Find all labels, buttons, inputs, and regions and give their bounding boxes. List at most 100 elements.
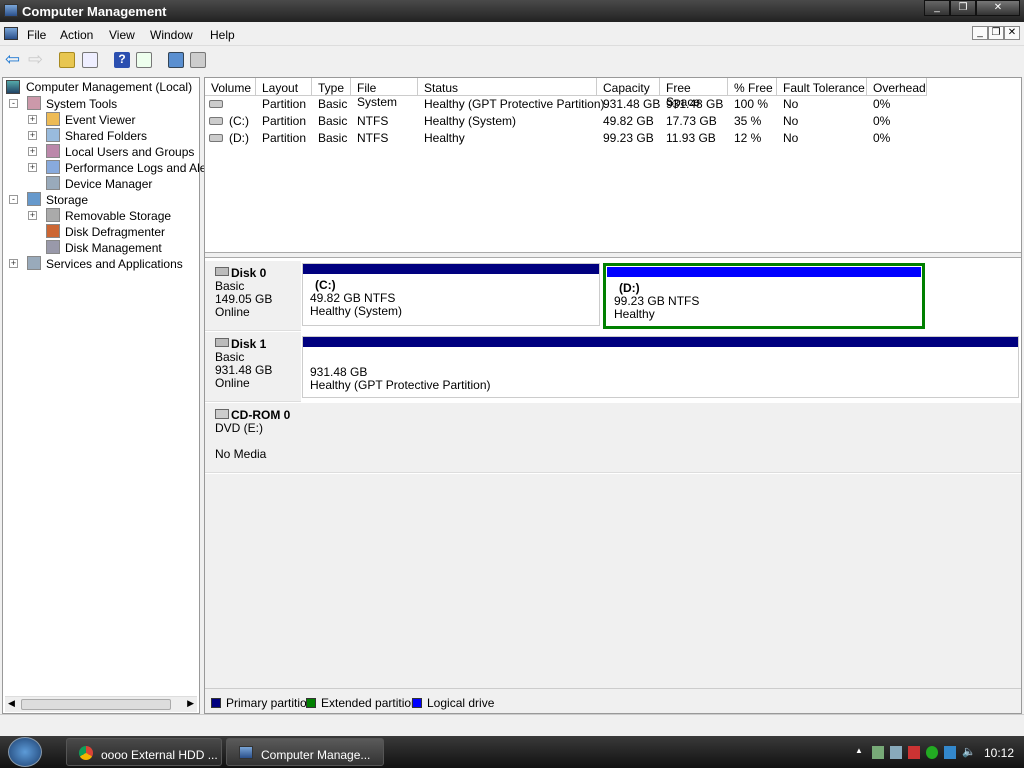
table-cell[interactable]: Basic: [318, 131, 347, 145]
cdrom-0-label[interactable]: CD-ROM 0 DVD (E:) No Media: [205, 403, 301, 473]
column-header[interactable]: Capacity: [597, 78, 660, 96]
table-cell[interactable]: 35 %: [734, 114, 761, 128]
column-header[interactable]: Overhead: [867, 78, 927, 96]
table-cell[interactable]: (C:): [229, 114, 249, 128]
properties-icon[interactable]: [190, 52, 206, 68]
menu-action[interactable]: Action: [60, 28, 93, 42]
show-hide-action-pane-icon[interactable]: [136, 52, 152, 68]
tree-item[interactable]: Local Users and Groups: [65, 145, 194, 159]
show-hidden-icons-button[interactable]: ▲: [855, 746, 863, 755]
column-header[interactable]: Status: [418, 78, 597, 96]
tree-horizontal-scrollbar[interactable]: ◀ ▶: [5, 696, 197, 712]
expand-toggle[interactable]: +: [28, 131, 37, 140]
tree-item[interactable]: Performance Logs and Ale: [65, 161, 206, 175]
close-button[interactable]: ✕: [976, 0, 1020, 16]
volume-icon[interactable]: 🔈: [962, 745, 976, 758]
tree-item[interactable]: Storage: [46, 193, 88, 207]
table-cell[interactable]: Basic: [318, 114, 347, 128]
tree-item[interactable]: Services and Applications: [46, 257, 183, 271]
mdi-close-button[interactable]: ✕: [1004, 26, 1020, 40]
expand-toggle[interactable]: +: [9, 259, 18, 268]
refresh-icon[interactable]: [168, 52, 184, 68]
tree-item[interactable]: Event Viewer: [65, 113, 135, 127]
column-header[interactable]: Volume: [205, 78, 256, 96]
system-menu-icon[interactable]: [4, 27, 18, 40]
expand-toggle[interactable]: +: [28, 147, 37, 156]
scrollbar-thumb[interactable]: [21, 699, 171, 710]
tree-item[interactable]: Shared Folders: [65, 129, 147, 143]
table-cell[interactable]: NTFS: [357, 114, 388, 128]
mdi-restore-button[interactable]: ❐: [988, 26, 1004, 40]
partition-d[interactable]: (D:) 99.23 GB NTFS Healthy: [603, 263, 925, 329]
menu-window[interactable]: Window: [150, 28, 193, 42]
tree-item[interactable]: System Tools: [46, 97, 117, 111]
help-icon[interactable]: ?: [114, 52, 130, 68]
menu-view[interactable]: View: [109, 28, 135, 42]
pane-splitter[interactable]: [205, 252, 1021, 258]
network-icon[interactable]: [890, 746, 902, 759]
table-cell[interactable]: 0%: [873, 114, 890, 128]
maximize-button[interactable]: ❐: [950, 0, 976, 16]
table-cell[interactable]: Partition: [262, 114, 306, 128]
bluetooth-tray-icon[interactable]: [944, 746, 956, 759]
menu-help[interactable]: Help: [210, 28, 235, 42]
tree-item[interactable]: Device Manager: [65, 177, 152, 191]
scroll-left-arrow[interactable]: ◀: [8, 698, 15, 709]
table-cell[interactable]: 17.73 GB: [666, 114, 717, 128]
mdi-minimize-button[interactable]: _: [972, 26, 988, 40]
partition-c[interactable]: (C:) 49.82 GB NTFS Healthy (System): [302, 263, 600, 326]
tree-root[interactable]: Computer Management (Local): [26, 80, 192, 94]
table-cell[interactable]: Partition: [262, 131, 306, 145]
scroll-right-arrow[interactable]: ▶: [187, 698, 194, 709]
table-cell[interactable]: (D:): [229, 131, 249, 145]
table-cell[interactable]: Basic: [318, 97, 347, 111]
table-cell[interactable]: No: [783, 97, 798, 111]
start-button[interactable]: [8, 737, 42, 767]
tree-item[interactable]: Disk Management: [65, 241, 162, 255]
table-cell[interactable]: 0%: [873, 97, 890, 111]
column-header[interactable]: Type: [312, 78, 351, 96]
table-cell[interactable]: Healthy: [424, 131, 465, 145]
table-cell[interactable]: Healthy (System): [424, 114, 516, 128]
back-icon[interactable]: ⇦: [5, 50, 21, 68]
expand-toggle[interactable]: +: [28, 211, 37, 220]
network-disconnected-icon[interactable]: [908, 746, 920, 759]
expand-toggle[interactable]: -: [9, 99, 18, 108]
column-header[interactable]: File System: [351, 78, 418, 109]
expand-toggle[interactable]: +: [28, 115, 37, 124]
table-cell[interactable]: 931.48 GB: [603, 97, 660, 111]
table-cell[interactable]: No: [783, 131, 798, 145]
clock[interactable]: 10:12: [984, 746, 1014, 760]
partition-disk1-gpt[interactable]: 931.48 GB Healthy (GPT Protective Partit…: [302, 336, 1019, 398]
disk-1-label[interactable]: Disk 1 Basic 931.48 GB Online: [205, 332, 301, 402]
table-cell[interactable]: 0%: [873, 131, 890, 145]
forward-icon[interactable]: ⇨: [28, 50, 44, 68]
show-hide-tree-icon[interactable]: [82, 52, 98, 68]
table-cell[interactable]: 49.82 GB: [603, 114, 654, 128]
expand-toggle[interactable]: -: [9, 195, 18, 204]
table-cell[interactable]: No: [783, 114, 798, 128]
minimize-button[interactable]: _: [924, 0, 950, 16]
tree-item[interactable]: Removable Storage: [65, 209, 171, 223]
table-cell[interactable]: 12 %: [734, 131, 761, 145]
taskbar-item-computer-management[interactable]: Computer Manage...: [226, 738, 384, 766]
table-cell[interactable]: 100 %: [734, 97, 768, 111]
table-cell[interactable]: NTFS: [357, 131, 388, 145]
column-header[interactable]: % Free: [728, 78, 777, 96]
menu-file[interactable]: File: [27, 28, 46, 42]
app-tray-icon[interactable]: [926, 746, 938, 759]
tree-item[interactable]: Disk Defragmenter: [65, 225, 165, 239]
expand-toggle[interactable]: +: [28, 163, 37, 172]
table-cell[interactable]: Partition: [262, 97, 306, 111]
column-header[interactable]: Free Space: [660, 78, 728, 109]
table-cell[interactable]: 99.23 GB: [603, 131, 654, 145]
table-cell[interactable]: 931.48 GB: [666, 97, 723, 111]
safely-remove-hardware-icon[interactable]: [872, 746, 884, 759]
disk-0-label[interactable]: Disk 0 Basic 149.05 GB Online: [205, 261, 301, 331]
table-cell[interactable]: Healthy (GPT Protective Partition): [424, 97, 605, 111]
column-header[interactable]: Layout: [256, 78, 312, 96]
up-folder-icon[interactable]: [59, 52, 75, 68]
table-cell[interactable]: 11.93 GB: [666, 131, 716, 145]
column-header[interactable]: Fault Tolerance: [777, 78, 867, 96]
taskbar-item-chrome[interactable]: oooo External HDD ...: [66, 738, 222, 766]
